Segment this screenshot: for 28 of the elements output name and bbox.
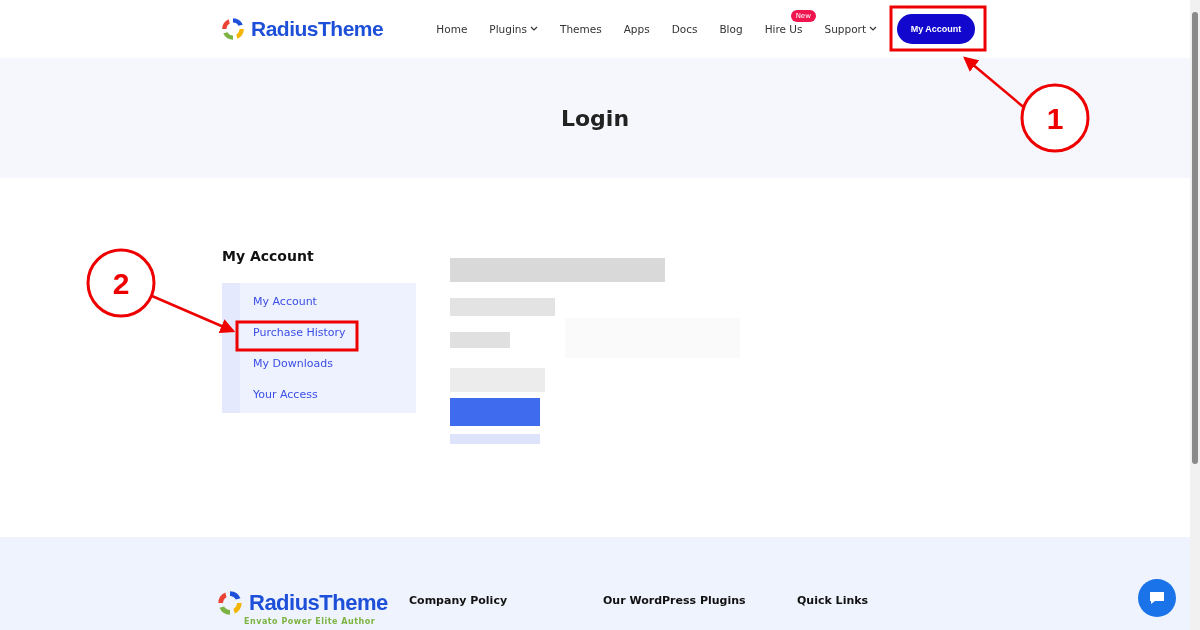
menu-link[interactable]: My Downloads	[240, 348, 416, 379]
logo-text[interactable]: RadiusTheme	[249, 590, 388, 616]
swirl-logo-icon	[216, 589, 244, 617]
chat-icon	[1148, 590, 1166, 606]
nav-link[interactable]: Themes	[559, 23, 602, 35]
swirl-logo-icon	[220, 16, 246, 42]
nav-link[interactable]: Plugins	[489, 23, 538, 35]
callout-badge: 1	[1020, 83, 1090, 153]
scrollbar[interactable]	[1190, 0, 1200, 630]
callout-badge: 2	[86, 248, 156, 318]
nav-link[interactable]: Support	[824, 23, 877, 35]
chat-button[interactable]	[1138, 579, 1176, 617]
my-account-button[interactable]: My Account	[897, 14, 975, 44]
menu-link[interactable]: Your Access	[240, 379, 416, 410]
nav-link[interactable]: Docs	[671, 23, 698, 35]
column-heading: Company Policy	[409, 594, 509, 609]
nav-link[interactable]: Home	[436, 23, 468, 35]
nav-link[interactable]: Blog	[719, 23, 743, 35]
menu-link[interactable]: Purchase History	[240, 317, 416, 348]
page-title: Login	[560, 105, 630, 131]
tagline: Envato Power Elite Author	[244, 617, 377, 626]
column-heading: Our WordPress Plugins	[603, 594, 747, 609]
logo-text[interactable]: RadiusTheme	[251, 17, 384, 41]
menu-link[interactable]: My Account	[240, 286, 416, 317]
column-heading: Quick Links	[797, 594, 870, 609]
scrollbar-thumb[interactable]	[1192, 12, 1198, 464]
sidebar-title: My Account	[222, 248, 315, 264]
nav-link[interactable]: Apps	[623, 23, 650, 35]
